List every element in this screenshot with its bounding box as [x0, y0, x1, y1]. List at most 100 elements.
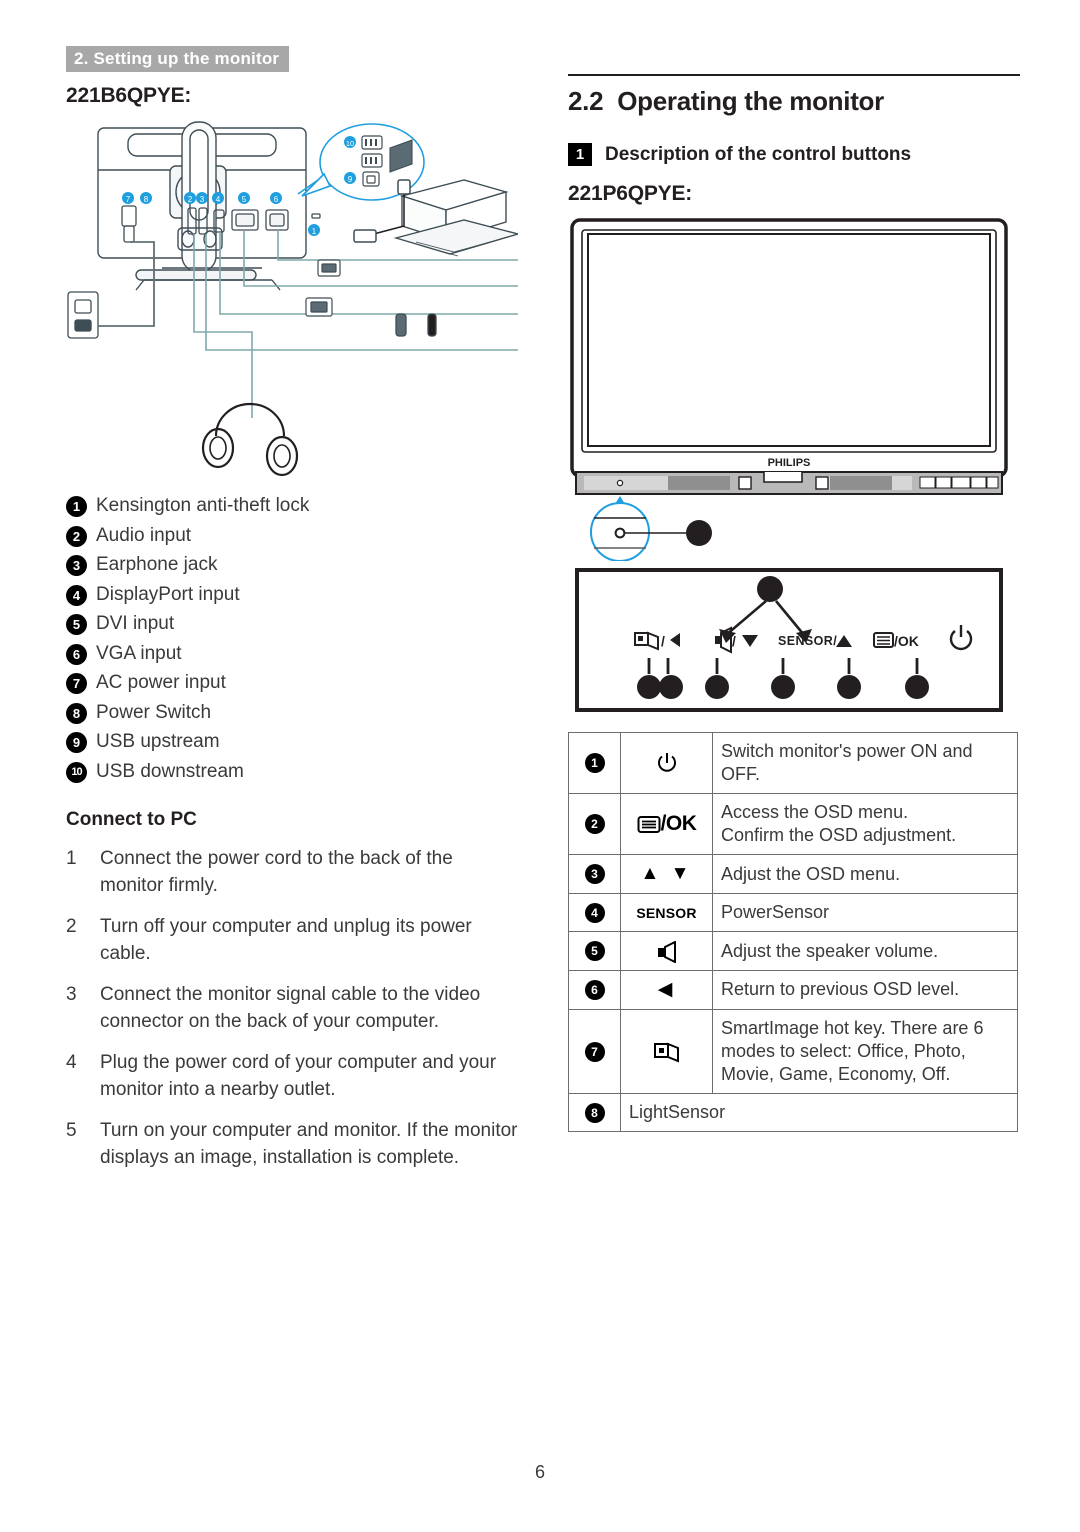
row-badge: 4 — [584, 902, 605, 923]
svg-text:1: 1 — [312, 227, 317, 236]
step-item: 2 Turn off your computer and unplug its … — [66, 913, 518, 968]
row-description: PowerSensor — [712, 893, 1018, 933]
row-icon-cell: /OK — [620, 793, 713, 856]
row-description: Switch monitor's power ON and OFF. — [712, 731, 1018, 795]
legend-label: Power Switch — [96, 701, 212, 723]
step-text: Plug the power cord of your computer and… — [100, 1051, 497, 1101]
monitor-brand-logo: PHILIPS — [768, 457, 811, 469]
row-icon-cell: ◀ — [620, 969, 713, 1011]
monitor-front-diagram: PHILIPS — [570, 218, 1008, 562]
table-row: 3 ▲ ▼ Adjust the OSD menu. — [568, 854, 1018, 895]
callout-marker-3 — [757, 576, 783, 602]
row-number-cell: 7 — [568, 1009, 621, 1095]
legend-label: USB downstream — [96, 760, 244, 782]
legend-item: 1 Kensington anti-theft lock — [66, 495, 518, 517]
step-number: 2 — [66, 915, 77, 937]
page-number: 6 — [534, 1462, 545, 1482]
legend-label: AC power input — [96, 672, 226, 694]
svg-text:10: 10 — [346, 139, 354, 148]
section-title-text: Operating the monitor — [617, 86, 884, 116]
legend-label: Audio input — [96, 524, 192, 546]
legend-label: DisplayPort input — [96, 583, 240, 605]
control-panel-figure: / / SENSOR/ /OK — [574, 567, 1004, 722]
headphones-illustration — [201, 402, 299, 477]
step-item: 5 Turn on your computer and monitor. If … — [66, 1117, 518, 1172]
up-down-icon: ▲ ▼ — [640, 863, 693, 885]
row-icon-cell — [620, 1009, 713, 1095]
step-number: 5 — [66, 1119, 77, 1141]
legend-item: 8 Power Switch — [66, 701, 518, 724]
table-row: 7 SmartImage hot key. There are 6 modes … — [568, 1009, 1018, 1095]
legend-badge: 8 — [66, 702, 87, 724]
svg-text:6: 6 — [274, 195, 279, 204]
step-text: Turn on your computer and monitor. If th… — [100, 1119, 518, 1169]
legend-badge: 9 — [66, 732, 87, 753]
table-row: 4 SENSOR PowerSensor — [568, 893, 1018, 933]
step-text: Connect the monitor signal cable to the … — [100, 983, 481, 1033]
row-number-cell: 2 — [568, 793, 621, 856]
row-description: Access the OSD menu. Confirm the OSD adj… — [712, 793, 1018, 856]
row-badge: 7 — [584, 1041, 605, 1062]
legend-badge: 1 — [66, 496, 87, 517]
rear-connection-figure: 7 8 2 3 4 5 6 1 10 9 — [66, 118, 518, 478]
power-icon — [657, 753, 676, 772]
row-badge: 5 — [584, 941, 605, 962]
legend-label: Kensington anti-theft lock — [96, 495, 310, 517]
rear-connection-diagram: 7 8 2 3 4 5 6 1 10 9 — [67, 121, 518, 477]
legend-badge: 7 — [66, 673, 87, 694]
monitor-front-figure: PHILIPS — [568, 216, 1018, 562]
svg-text:5: 5 — [242, 195, 247, 204]
page-title-right: 221P6QPYE: — [568, 182, 693, 205]
sensor-icon: SENSOR — [636, 905, 697, 922]
row-badge: 6 — [584, 979, 605, 1000]
step-number: 1 — [66, 847, 77, 869]
svg-text:9: 9 — [348, 175, 353, 184]
legend-badge: 2 — [66, 525, 87, 547]
table-row: 2 /OK Access the OSD menu. Confirm the O… — [568, 793, 1018, 856]
legend-badge: 4 — [66, 584, 87, 606]
row-number-cell: 4 — [568, 893, 621, 933]
row-description: LightSensor — [620, 1093, 1018, 1133]
row-number-cell: 6 — [568, 969, 621, 1011]
step-text: Connect the power cord to the back of th… — [100, 847, 453, 897]
legend-item: 3 Earphone jack — [66, 554, 518, 576]
subsection-title: Description of the control buttons — [605, 143, 912, 165]
legend-badge: 5 — [66, 614, 87, 635]
section-number: 2.2 — [568, 86, 604, 116]
row-description: SmartImage hot key. There are 6 modes to… — [712, 1009, 1018, 1095]
row-description: Return to previous OSD level. — [712, 969, 1018, 1011]
legend-item: 4 DisplayPort input — [66, 583, 518, 606]
row-number-cell: 1 — [568, 731, 621, 795]
legend-item: 2 Audio input — [66, 524, 518, 547]
step-item: 4 Plug the power cord of your computer a… — [66, 1049, 518, 1104]
legend-item: 5 DVI input — [66, 613, 518, 635]
speaker-icon — [657, 940, 676, 963]
legend-item: 10 USB downstream — [66, 760, 518, 783]
row-badge: 2 — [584, 814, 605, 835]
callout-marker-8 — [686, 520, 712, 546]
table-row: 1 Switch monitor's power ON and OFF. — [568, 731, 1018, 795]
connect-to-pc-heading: Connect to PC — [66, 808, 197, 830]
control-buttons-table: 1 Switch monitor's power ON and OFF. 2 /… — [568, 731, 1018, 1133]
legend-item: 7 AC power input — [66, 672, 518, 694]
svg-text:2: 2 — [188, 195, 193, 204]
svg-text:4: 4 — [216, 195, 221, 204]
row-icon-cell — [620, 931, 713, 971]
table-row: 6 ◀ Return to previous OSD level. — [568, 969, 1018, 1011]
row-badge: 3 — [584, 864, 605, 885]
svg-text:SENSOR/: SENSOR/ — [778, 634, 837, 648]
light-sensor-pinhole — [616, 479, 624, 487]
legend-item: 9 USB upstream — [66, 731, 518, 753]
step-item: 3 Connect the monitor signal cable to th… — [66, 981, 518, 1036]
menu-icon — [637, 815, 661, 833]
laptop-illustration — [393, 179, 518, 257]
svg-text:/: / — [661, 633, 665, 649]
legend-label: DVI input — [96, 613, 175, 635]
wall-outlet — [67, 291, 99, 339]
step-number: 4 — [66, 1051, 77, 1073]
svg-text:3: 3 — [200, 195, 205, 204]
left-arrow-icon: ◀ — [657, 978, 676, 1000]
step-item: 1 Connect the power cord to the back of … — [66, 845, 518, 900]
power-cable — [98, 241, 155, 327]
legend-label: USB upstream — [96, 731, 220, 753]
